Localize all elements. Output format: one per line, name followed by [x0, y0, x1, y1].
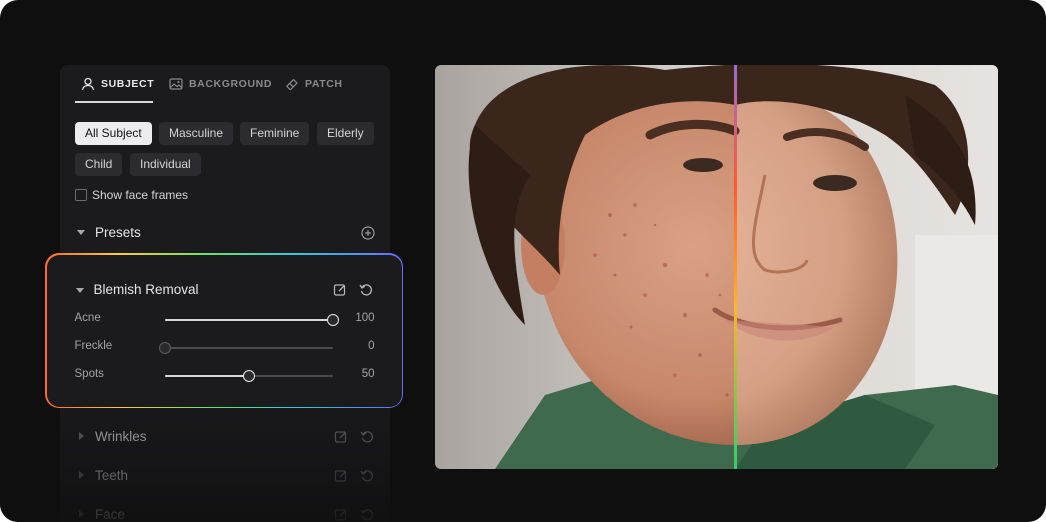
tab-subject-label: SUBJECT [101, 78, 155, 90]
reset-icon[interactable] [359, 429, 375, 445]
active-tab-indicator [75, 101, 153, 103]
slider-track[interactable] [164, 346, 333, 349]
presets-caret-icon[interactable] [77, 230, 85, 235]
face-caret-icon[interactable] [79, 510, 84, 518]
show-face-frames-label: Show face frames [92, 188, 189, 202]
filter-chip-individual[interactable]: Individual [130, 153, 201, 176]
app-frame: SUBJECT BACKGROUND PATCH All Subject Mas… [0, 0, 1046, 522]
person-icon [81, 77, 95, 91]
blemish-removal-card-body: Blemish Removal Acne 100 Freckle 0 Spots… [46, 254, 402, 407]
freckle-label: Freckle [74, 339, 113, 352]
filter-chip-masculine[interactable]: Masculine [159, 122, 234, 145]
acne-label: Acne [74, 311, 101, 324]
section-wrinkles[interactable]: Wrinkles [95, 429, 147, 444]
teeth-caret-icon[interactable] [79, 471, 84, 479]
tab-background[interactable]: BACKGROUND [169, 78, 272, 102]
reset-icon[interactable] [358, 282, 374, 298]
edit-icon[interactable] [332, 282, 348, 298]
freckle-value: 0 [368, 339, 375, 352]
plus-circle-icon[interactable] [360, 225, 376, 241]
reset-icon[interactable] [359, 468, 375, 484]
landscape-icon [169, 78, 183, 90]
blemish-removal-title[interactable]: Blemish Removal [94, 282, 199, 297]
slider-fill [164, 374, 249, 377]
tab-patch-label: PATCH [305, 78, 343, 90]
tab-bar: SUBJECT BACKGROUND PATCH [60, 65, 390, 103]
before-after-photo[interactable] [435, 65, 998, 469]
presets-title[interactable]: Presets [95, 225, 141, 240]
wrinkles-caret-icon[interactable] [79, 432, 84, 440]
eraser-icon [286, 79, 298, 91]
tab-background-label: BACKGROUND [189, 78, 272, 90]
spots-value: 50 [361, 367, 375, 380]
filter-chip-child[interactable]: Child [75, 153, 123, 176]
slider-thumb[interactable] [326, 313, 339, 326]
filter-chip-all-subject[interactable]: All Subject [75, 122, 152, 145]
edit-icon[interactable] [333, 468, 349, 484]
filter-chip-elderly[interactable]: Elderly [317, 122, 374, 145]
edit-icon[interactable] [333, 429, 349, 445]
reset-icon[interactable] [359, 507, 375, 522]
tab-subject[interactable]: SUBJECT [81, 77, 155, 102]
spots-label: Spots [74, 367, 104, 380]
section-teeth[interactable]: Teeth [95, 468, 128, 483]
show-face-frames-checkbox[interactable] [75, 189, 87, 201]
filter-chip-feminine[interactable]: Feminine [240, 122, 310, 145]
acne-value: 100 [355, 311, 375, 324]
slider-fill [164, 318, 333, 321]
slider-thumb[interactable] [158, 341, 171, 354]
blemish-caret-icon[interactable] [75, 287, 84, 293]
before-after-split-line [734, 65, 737, 469]
slider-thumb[interactable] [242, 369, 255, 382]
portrait-image [435, 65, 998, 469]
section-face[interactable]: Face [95, 507, 125, 522]
blemish-removal-card: Blemish Removal Acne 100 Freckle 0 Spots… [45, 253, 403, 408]
edit-icon[interactable] [333, 507, 349, 522]
tab-patch[interactable]: PATCH [285, 78, 343, 102]
